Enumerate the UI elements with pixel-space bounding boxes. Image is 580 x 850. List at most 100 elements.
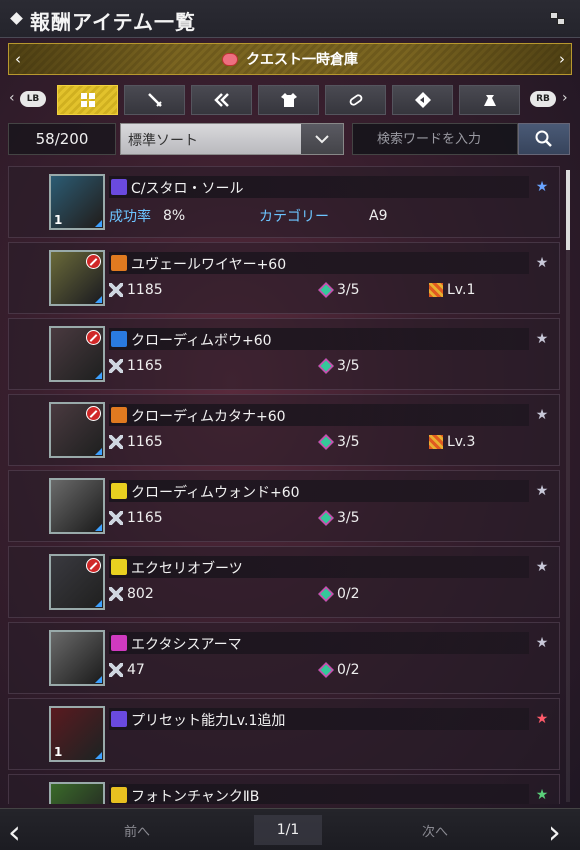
- grid-icon: [80, 93, 95, 107]
- item-name: エクセリオブーツ: [131, 561, 243, 577]
- corner-marker-icon: [95, 372, 102, 379]
- item-quantity: 1: [54, 213, 63, 227]
- chevron-down-icon[interactable]: [301, 124, 343, 154]
- gem-slot-icon: [318, 510, 334, 526]
- controls-row: 58/200 標準ソート: [0, 123, 580, 157]
- stat-value: 1165: [127, 434, 163, 450]
- item-name: ユヴェールワイヤー+60: [131, 257, 287, 273]
- window-title: 報酬アイテム一覧: [30, 10, 196, 34]
- gem-slot-icon: [318, 586, 334, 602]
- corner-marker-icon: [95, 600, 102, 607]
- tab-all[interactable]: [57, 85, 118, 115]
- banner-next-arrow-icon[interactable]: ›: [559, 50, 565, 68]
- next-page-button[interactable]: 次へ: [422, 821, 448, 840]
- item-stat: 3/5: [318, 510, 360, 526]
- item-stat: 1185: [109, 282, 163, 298]
- item-row[interactable]: クローディムカタナ+60 ★ 1165 3/5 Lv.3: [8, 394, 560, 466]
- prev-page-arrow-icon[interactable]: ‹: [8, 813, 21, 850]
- item-row[interactable]: フォトンチャンクⅡB ★: [8, 774, 560, 804]
- tab-other[interactable]: [459, 85, 520, 115]
- item-name: C/スタロ・ソール: [131, 181, 244, 197]
- tab-material[interactable]: [392, 85, 453, 115]
- item-stat: 47: [109, 662, 145, 678]
- swords-icon: [109, 663, 123, 677]
- stat-value: 1165: [127, 510, 163, 526]
- search-icon: [535, 130, 552, 147]
- item-name-bar: クローディムカタナ+60: [109, 404, 529, 426]
- capsule-icon: [349, 94, 362, 106]
- tab-left-arrow-icon[interactable]: ‹: [9, 90, 15, 106]
- shirt-icon: [280, 93, 297, 107]
- corner-marker-icon: [95, 220, 102, 227]
- untradable-icon: [86, 558, 101, 573]
- item-thumbnail: [49, 630, 105, 686]
- item-row[interactable]: エクタシスアーマ ★ 47 0/2: [8, 622, 560, 694]
- item-stat: カテゴリー A9: [259, 206, 387, 226]
- window-toggle-icon[interactable]: [550, 12, 566, 26]
- item-thumbnail: [49, 782, 105, 804]
- category-tabs: ‹ LB RB ›: [0, 82, 580, 118]
- rarity-star-icon: ★: [535, 407, 549, 423]
- scrollbar-thumb[interactable]: [566, 170, 570, 250]
- item-stat: 3/5: [318, 434, 360, 450]
- item-type-icon: [111, 179, 127, 195]
- stat-value: 3/5: [337, 434, 360, 450]
- item-stat: Lv.3: [429, 434, 475, 450]
- storage-banner-label: クエスト一時倉庫: [246, 52, 358, 68]
- item-row[interactable]: エクセリオブーツ ★ 802 0/2: [8, 546, 560, 618]
- double-chevron-icon: [213, 93, 229, 107]
- tab-skill[interactable]: [191, 85, 252, 115]
- item-stats: 1165 3/5: [109, 508, 539, 530]
- item-row[interactable]: 1 プリセット能力Lv.1追加 ★: [8, 698, 560, 770]
- prev-page-button[interactable]: 前へ: [124, 821, 150, 840]
- item-type-icon: [111, 255, 127, 271]
- rarity-star-icon: ★: [535, 559, 549, 575]
- scrollbar[interactable]: [566, 170, 570, 802]
- tab-armor[interactable]: [258, 85, 319, 115]
- storage-banner[interactable]: クエスト一時倉庫 ‹ ›: [8, 43, 572, 75]
- swords-icon: [109, 587, 123, 601]
- stat-value: 802: [127, 586, 154, 602]
- rarity-star-icon: ★: [535, 787, 549, 803]
- item-row[interactable]: ユヴェールワイヤー+60 ★ 1185 3/5 Lv.1: [8, 242, 560, 314]
- corner-marker-icon: [95, 296, 102, 303]
- item-name: クローディムボウ+60: [131, 333, 272, 349]
- tab-right-arrow-icon[interactable]: ›: [562, 90, 568, 106]
- search-input[interactable]: [353, 124, 519, 154]
- page-indicator: 1/1: [254, 815, 322, 845]
- item-stats: 1185 3/5 Lv.1: [109, 280, 539, 302]
- next-page-arrow-icon[interactable]: ›: [548, 813, 561, 850]
- sort-dropdown[interactable]: 標準ソート: [120, 123, 344, 155]
- item-row[interactable]: 1 C/スタロ・ソール ★ 成功率 8% カテゴリー A9: [8, 166, 560, 238]
- rarity-star-icon: ★: [535, 483, 549, 499]
- item-name-bar: エクセリオブーツ: [109, 556, 529, 578]
- pouch-icon: [483, 95, 496, 106]
- untradable-icon: [86, 406, 101, 421]
- rarity-star-icon: ★: [535, 711, 549, 727]
- item-name: クローディムカタナ+60: [131, 409, 286, 425]
- sword-icon: [147, 93, 162, 107]
- item-row[interactable]: クローディムウォンド+60 ★ 1165 3/5: [8, 470, 560, 542]
- gem-slot-icon: [318, 662, 334, 678]
- item-type-icon: [111, 559, 127, 575]
- rarity-star-icon: ★: [535, 635, 549, 651]
- rb-button[interactable]: RB: [530, 91, 556, 107]
- tab-consumable[interactable]: [325, 85, 386, 115]
- item-stats: 1165 3/5 Lv.3: [109, 432, 539, 454]
- lb-button[interactable]: LB: [20, 91, 46, 107]
- banner-prev-arrow-icon[interactable]: ‹: [15, 50, 21, 68]
- item-row[interactable]: クローディムボウ+60 ★ 1165 3/5: [8, 318, 560, 390]
- item-thumbnail: [49, 250, 105, 306]
- stat-value: 1185: [127, 282, 163, 298]
- item-name-bar: C/スタロ・ソール: [109, 176, 529, 198]
- corner-marker-icon: [95, 524, 102, 531]
- search-button[interactable]: [518, 123, 570, 155]
- stat-value: 0/2: [337, 662, 360, 678]
- gem-slot-icon: [318, 434, 334, 450]
- stat-value: Lv.1: [447, 282, 476, 298]
- item-stat: 1165: [109, 358, 163, 374]
- tab-weapon[interactable]: [124, 85, 185, 115]
- item-type-icon: [111, 407, 127, 423]
- stat-value: A9: [369, 208, 388, 224]
- item-stats: 802 0/2: [109, 584, 539, 606]
